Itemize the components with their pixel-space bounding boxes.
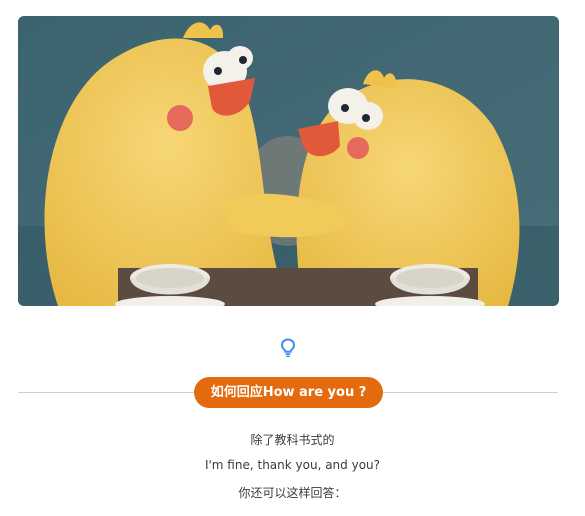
body-line: 除了教科书式的 — [250, 433, 335, 447]
body-line: I'm fine, thank you, and you? — [204, 458, 381, 472]
section-title: 如何回应How are you ? — [210, 385, 367, 400]
section-title-badge: 如何回应How are you ? — [194, 377, 383, 408]
lightbulb-icon — [279, 338, 297, 358]
hero-image — [18, 16, 559, 306]
body-line: 你还可以这样回答： — [238, 486, 347, 500]
